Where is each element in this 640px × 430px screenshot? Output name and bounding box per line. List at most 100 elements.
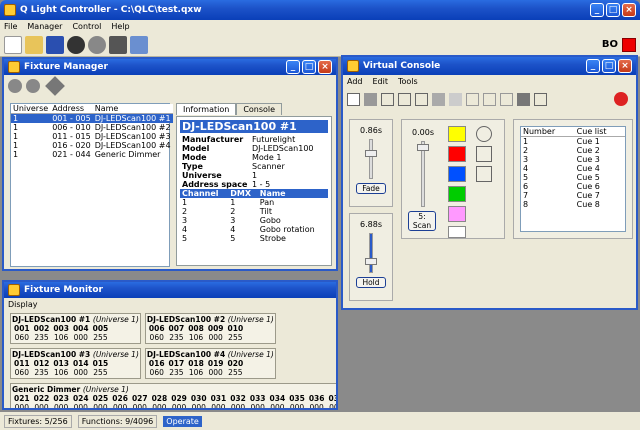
color-button-red[interactable] <box>448 146 466 162</box>
properties-icon[interactable] <box>517 92 530 106</box>
list-item[interactable]: 2 Cue 2 <box>521 146 625 155</box>
fixture-manager-titlebar: Fixture Manager _ □ × <box>4 59 336 75</box>
gear-icon[interactable] <box>88 35 106 54</box>
cell-channel: 5 <box>182 234 188 243</box>
paste-icon[interactable] <box>483 92 496 106</box>
monitor-value: 000 <box>191 403 206 410</box>
add-cuelist-icon[interactable] <box>415 92 428 106</box>
list-item[interactable]: 1 Cue 1 <box>521 137 625 146</box>
maximize-button[interactable]: □ <box>606 3 620 17</box>
col-address[interactable]: Address <box>50 104 93 114</box>
list-item[interactable]: 5 Cue 5 <box>521 173 625 182</box>
vc-maximize-button[interactable]: □ <box>602 59 616 73</box>
cell-universe: 1 <box>13 123 19 132</box>
copy-icon[interactable] <box>466 92 479 106</box>
save-icon[interactable] <box>46 35 64 54</box>
scan-slider-track[interactable] <box>417 141 429 207</box>
menu-manager[interactable]: Manager <box>27 22 62 31</box>
col-universe[interactable]: Universe <box>11 104 50 114</box>
vc-menu-tools[interactable]: Tools <box>398 77 418 86</box>
arrow-down-icon[interactable] <box>476 166 492 182</box>
cue-number: 4 <box>523 164 529 173</box>
fm-maximize-button[interactable]: □ <box>302 60 316 74</box>
fm-close-button[interactable]: × <box>318 60 332 74</box>
fixture-icon[interactable] <box>67 35 85 54</box>
list-item[interactable]: 8 Cue 8 <box>521 200 625 209</box>
hold-slider-track[interactable] <box>365 233 377 273</box>
fade-button[interactable]: Fade <box>356 183 386 194</box>
monitor-group-name: DJ-LEDScan100 #3 (Universe 1) <box>12 350 139 359</box>
list-item[interactable]: 3 Cue 3 <box>521 155 625 164</box>
delete-icon[interactable] <box>500 92 513 106</box>
add-fixture-icon[interactable] <box>8 79 22 93</box>
table-row[interactable]: 1 001 - 005 DJ-LEDScan100 #1 <box>11 113 173 123</box>
monitor-value: 235 <box>34 368 49 377</box>
tab-information[interactable]: Information <box>176 103 237 115</box>
table-row[interactable]: 1 021 - 044 Generic Dimmer <box>11 150 173 159</box>
vc-minimize-button[interactable]: _ <box>586 59 600 73</box>
color-button-pink[interactable] <box>448 206 466 222</box>
monitor-channel: 003 <box>53 324 69 333</box>
color-button-white[interactable] <box>448 226 466 238</box>
hold-slider-handle[interactable] <box>365 258 377 265</box>
list-item[interactable]: 4 Cue 4 <box>521 164 625 173</box>
color-button-blue[interactable] <box>448 166 466 182</box>
menu-file[interactable]: File <box>4 22 17 31</box>
list-item[interactable]: 7 Cue 7 <box>521 191 625 200</box>
minimize-button[interactable]: _ <box>590 3 604 17</box>
vc-menu-edit[interactable]: Edit <box>373 77 389 86</box>
monitor-body: DJ-LEDScan100 #1 (Universe 1) 001 002 003 00… <box>4 311 337 410</box>
list-item[interactable]: 6 Cue 6 <box>521 182 625 191</box>
vc-close-button[interactable]: × <box>618 59 632 73</box>
stop-icon[interactable] <box>614 92 628 106</box>
monitor-channel: 037 <box>328 394 337 403</box>
tools-icon[interactable] <box>45 76 65 96</box>
col-channel-name: Name <box>259 189 286 198</box>
monitor-channel: 029 <box>171 394 187 403</box>
monitor-value: 255 <box>93 333 108 342</box>
vc-menu-add[interactable]: Add <box>347 77 363 86</box>
scan-slider-handle[interactable] <box>417 144 429 151</box>
fm-minimize-button[interactable]: _ <box>286 60 300 74</box>
add-xy-icon[interactable] <box>398 92 411 106</box>
table-row[interactable]: 1 006 - 010 DJ-LEDScan100 #2 <box>11 123 173 132</box>
blackout-button[interactable] <box>622 37 636 52</box>
col-name[interactable]: Name <box>93 104 173 114</box>
monitor-value: 000 <box>152 403 167 410</box>
add-button-icon[interactable] <box>347 92 360 106</box>
hold-button[interactable]: Hold <box>356 277 386 288</box>
rename-icon[interactable] <box>534 92 547 106</box>
monitor-value: 000 <box>250 403 265 410</box>
add-frame-icon[interactable] <box>381 92 394 106</box>
menu-control[interactable]: Control <box>72 22 101 31</box>
table-row[interactable]: 1 016 - 020 DJ-LEDScan100 #4 <box>11 141 173 150</box>
arrow-up-icon[interactable] <box>476 146 492 162</box>
cell-address: 011 - 015 <box>52 132 91 141</box>
cell-dmx: 1 <box>230 198 236 207</box>
color-button-yellow[interactable] <box>448 126 466 142</box>
gobo-icon[interactable] <box>476 126 492 142</box>
table-row[interactable]: 1 011 - 015 DJ-LEDScan100 #3 <box>11 132 173 141</box>
cut-icon[interactable] <box>449 92 462 106</box>
fade-slider-handle[interactable] <box>365 150 377 157</box>
monitor-display-menu[interactable]: Display <box>4 298 336 311</box>
tab-console[interactable]: Console <box>236 103 283 115</box>
remove-fixture-icon[interactable] <box>26 79 40 93</box>
monitor-channel: 015 <box>92 359 109 368</box>
monitor-channel: 007 <box>168 324 185 333</box>
virtual-console-icon[interactable] <box>130 35 148 54</box>
color-button-green[interactable] <box>448 186 466 202</box>
monitor-value: 000 <box>329 403 336 410</box>
cell-channel-name: Pan <box>259 198 275 207</box>
new-file-icon[interactable] <box>4 35 22 54</box>
fm-tabs: Information Console <box>176 103 283 115</box>
add-slider-icon[interactable] <box>364 92 377 106</box>
scan-button[interactable]: 5: Scan <box>408 211 436 231</box>
monitor-channel: 002 <box>33 324 50 333</box>
fade-slider-track[interactable] <box>365 139 377 179</box>
add-label-icon[interactable] <box>432 92 445 106</box>
open-folder-icon[interactable] <box>25 35 43 54</box>
close-button[interactable]: × <box>622 3 636 17</box>
menu-help[interactable]: Help <box>111 22 129 31</box>
output-icon[interactable] <box>109 35 127 54</box>
